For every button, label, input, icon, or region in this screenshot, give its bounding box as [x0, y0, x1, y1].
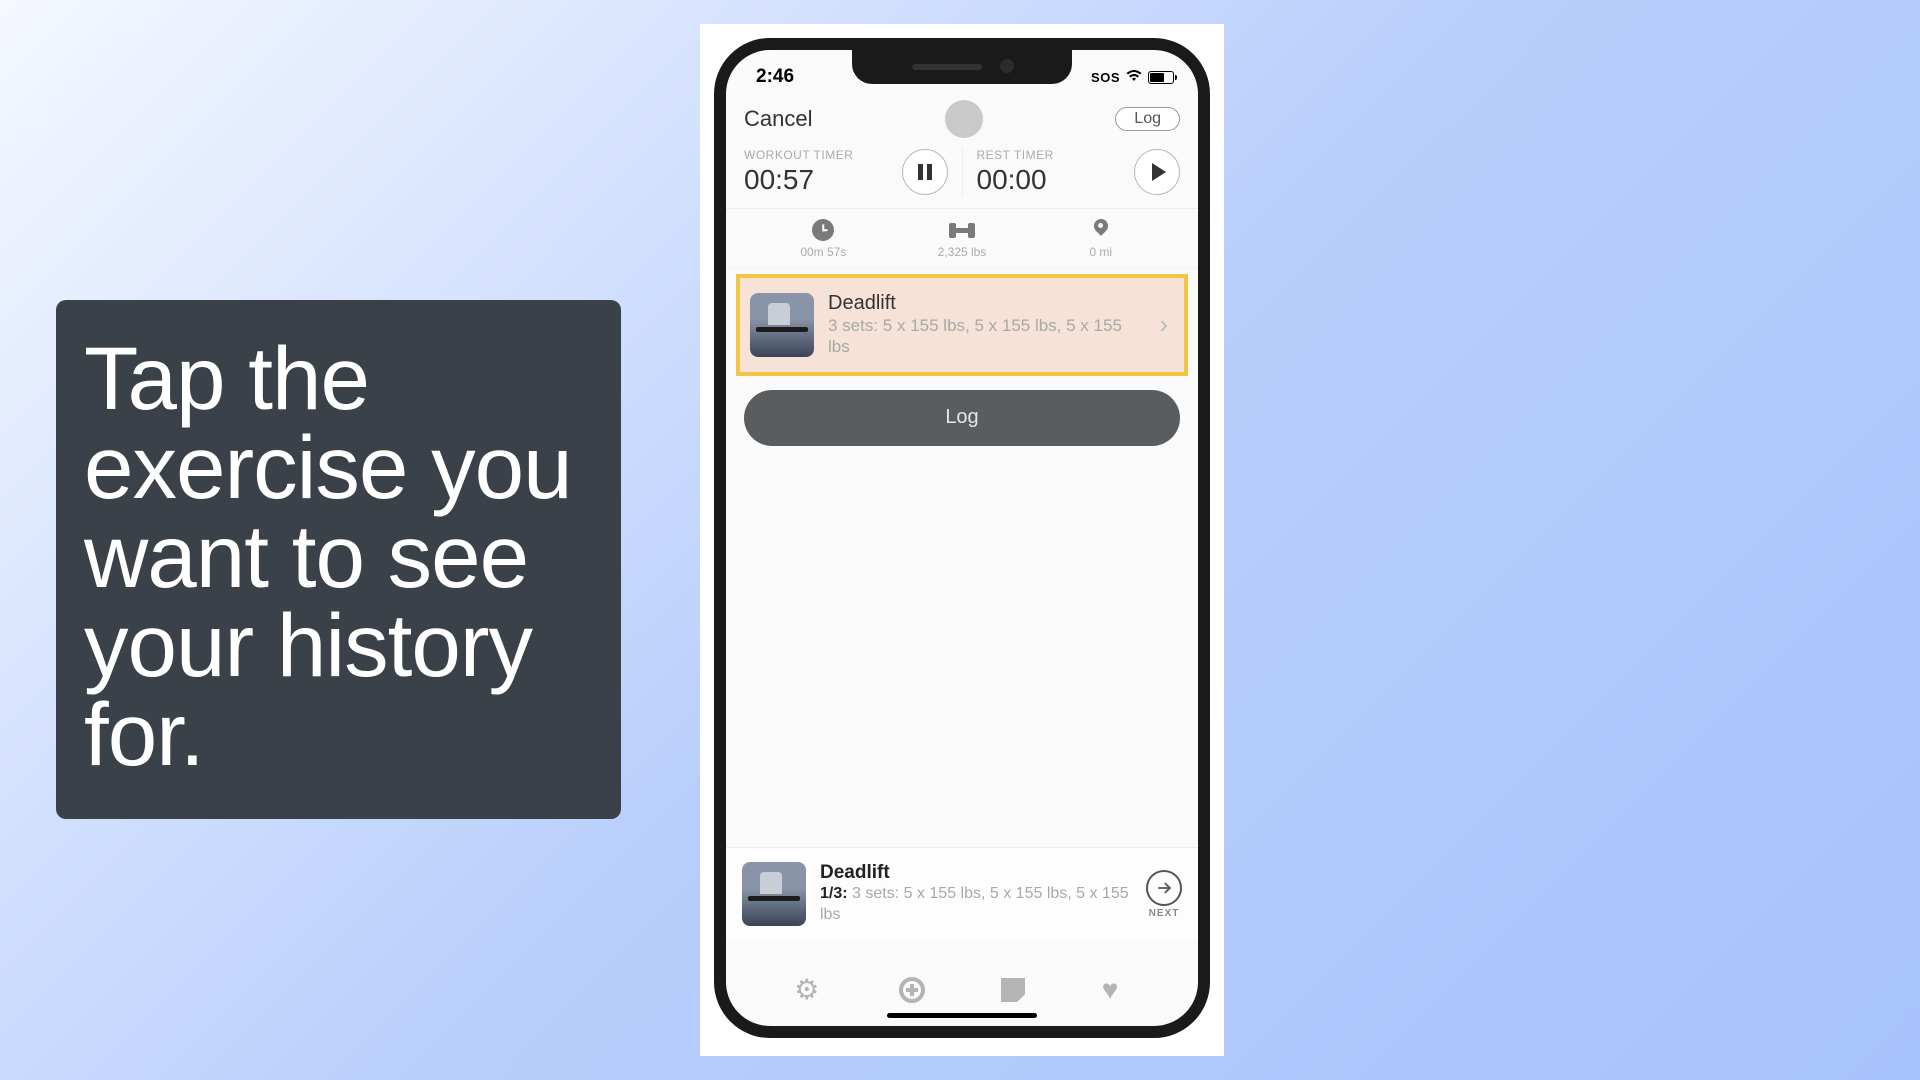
stat-duration-value: 00m 57s [800, 245, 846, 259]
stats-row: 00m 57s 2,325 lbs 0 mi [726, 209, 1198, 268]
battery-icon [1148, 71, 1174, 84]
pin-icon [1090, 219, 1112, 241]
play-button[interactable] [1134, 149, 1180, 195]
next-arrow-icon [1146, 870, 1182, 906]
instruction-text: Tap the exercise you want to see your hi… [84, 334, 593, 779]
workout-timer-value: 00:57 [744, 164, 853, 196]
home-indicator[interactable] [887, 1013, 1037, 1018]
favorites-tab-icon[interactable] [1102, 976, 1130, 1004]
phone-frame: 2:46 SOS Cancel Log WORKOUT TIMER 00:57 [714, 38, 1210, 1038]
clock-icon [812, 219, 834, 241]
pause-button[interactable] [902, 149, 948, 195]
timer-divider [962, 148, 963, 196]
stat-weight-value: 2,325 lbs [938, 245, 987, 259]
workout-timer-block: WORKOUT TIMER 00:57 [744, 148, 948, 196]
log-bar-button[interactable]: Log [744, 390, 1180, 446]
footer-progress: 1/3: [820, 885, 848, 902]
add-tab-icon[interactable] [899, 977, 925, 1003]
footer-exercise-detail: 1/3: 3 sets: 5 x 155 lbs, 5 x 155 lbs, 5… [820, 884, 1132, 926]
instruction-callout: Tap the exercise you want to see your hi… [56, 300, 621, 819]
next-label: NEXT [1149, 908, 1180, 919]
workout-timer-label: WORKOUT TIMER [744, 148, 853, 162]
stat-duration: 00m 57s [754, 219, 893, 259]
status-sos: SOS [1091, 70, 1120, 85]
settings-tab-icon[interactable] [794, 976, 822, 1004]
nav-bar: Cancel Log [726, 92, 1198, 144]
log-button-top[interactable]: Log [1115, 107, 1180, 131]
exercise-subtitle: 3 sets: 5 x 155 lbs, 5 x 155 lbs, 5 x 15… [828, 315, 1145, 358]
next-button[interactable]: NEXT [1146, 870, 1182, 919]
exercise-card-highlighted[interactable]: Deadlift 3 sets: 5 x 155 lbs, 5 x 155 lb… [736, 274, 1188, 376]
stat-distance-value: 0 mi [1089, 245, 1112, 259]
phone-frame-backdrop: 2:46 SOS Cancel Log WORKOUT TIMER 00:57 [700, 24, 1224, 1056]
notes-tab-icon[interactable] [1001, 978, 1025, 1002]
status-right: SOS [1091, 70, 1174, 85]
dumbbell-icon [951, 219, 973, 241]
wifi-icon [1126, 70, 1142, 85]
rest-timer-label: REST TIMER [977, 148, 1054, 162]
chevron-right-icon: › [1159, 309, 1174, 340]
play-icon [1152, 163, 1166, 181]
tab-bar [726, 968, 1198, 1004]
exercise-thumbnail [750, 293, 814, 357]
stat-distance: 0 mi [1031, 219, 1170, 259]
pause-icon [918, 164, 932, 180]
status-time: 2:46 [756, 66, 794, 88]
rest-timer-block: REST TIMER 00:00 [977, 148, 1181, 196]
exercise-title: Deadlift [828, 292, 1145, 315]
profile-avatar[interactable] [945, 100, 983, 138]
timers-row: WORKOUT TIMER 00:57 REST TIMER 00:00 [726, 144, 1198, 209]
phone-notch [852, 50, 1072, 84]
cancel-button[interactable]: Cancel [744, 106, 812, 132]
footer-exercise-title: Deadlift [820, 862, 1132, 884]
footer-sets-detail: 3 sets: 5 x 155 lbs, 5 x 155 lbs, 5 x 15… [820, 885, 1129, 923]
stat-weight: 2,325 lbs [893, 219, 1032, 259]
rest-timer-value: 00:00 [977, 164, 1054, 196]
current-exercise-footer[interactable]: Deadlift 1/3: 3 sets: 5 x 155 lbs, 5 x 1… [726, 847, 1198, 940]
footer-thumbnail [742, 862, 806, 926]
log-bar-label: Log [945, 406, 978, 429]
